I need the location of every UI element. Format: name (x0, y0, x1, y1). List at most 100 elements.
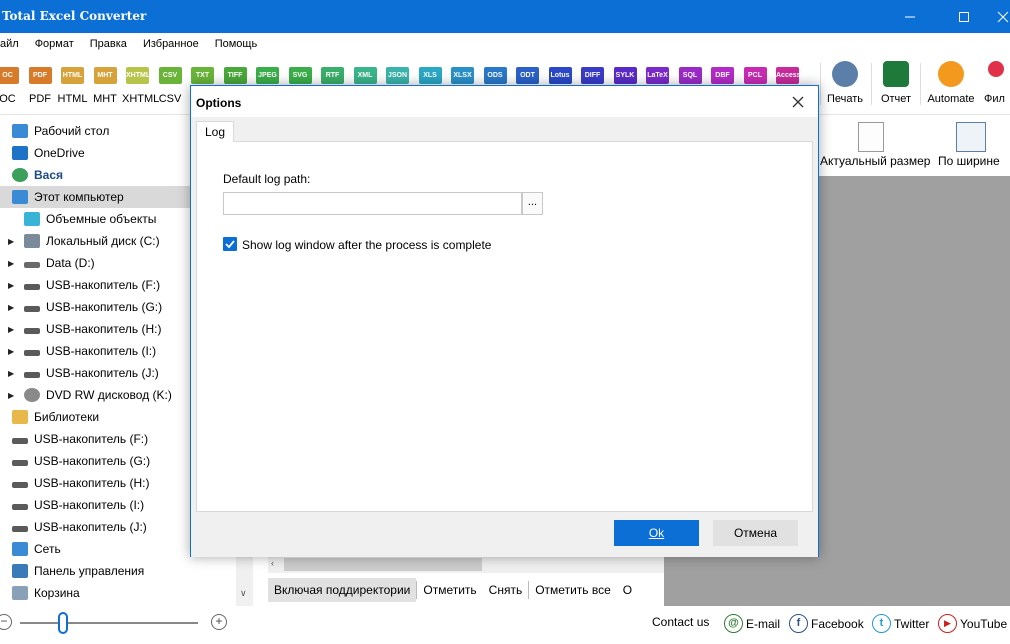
windows-drive-icon (24, 234, 40, 248)
format-label: CSV (158, 93, 182, 105)
format-icon-xls: XLS (418, 67, 442, 84)
tree-item[interactable]: Корзина (0, 582, 236, 604)
cancel-button[interactable]: Отмена (713, 520, 798, 546)
actual-size-icon[interactable] (858, 122, 884, 152)
check-all-button[interactable]: Отметить все (529, 578, 617, 602)
cloud-icon (12, 146, 28, 160)
log-path-input[interactable] (223, 192, 522, 215)
tree-item-label: Вася (34, 168, 64, 182)
facebook-link[interactable]: f Facebook (789, 614, 864, 633)
show-log-checkbox[interactable] (223, 237, 237, 251)
youtube-label: YouTube (960, 616, 1008, 631)
toolbar-separator (920, 63, 921, 105)
menu-favorites[interactable]: Избранное (135, 38, 207, 50)
menu-edit[interactable]: Правка (82, 38, 135, 50)
toolbar-separator (820, 63, 821, 105)
format-icon-access: Access (776, 67, 799, 84)
format-button-oc[interactable]: OC OC (0, 63, 23, 105)
format-icon-txt: TXT (191, 67, 214, 84)
usb-drive-icon (24, 372, 40, 378)
tab-log[interactable]: Log (196, 121, 235, 142)
dialog-title: Options (196, 96, 242, 110)
zoom-slider-track[interactable] (20, 622, 198, 624)
clock-icon (938, 61, 964, 87)
format-button-csv[interactable]: CSV CSV (155, 63, 186, 105)
usb-drive-icon (12, 482, 28, 488)
printer-icon (832, 61, 858, 87)
format-icon-lotus: Lotus (548, 67, 572, 84)
show-log-label[interactable]: Show log window after the process is com… (242, 238, 491, 252)
maximize-icon (959, 11, 969, 22)
automate-button[interactable]: Automate (924, 61, 978, 105)
minimize-button[interactable] (887, 0, 933, 33)
tree-item-label: DVD RW дисковод (K:) (46, 388, 172, 402)
youtube-link[interactable]: ▶ YouTube (938, 614, 1007, 633)
tree-item[interactable]: Панель управления (0, 560, 236, 582)
contact-us-link[interactable]: Contact us (652, 615, 709, 629)
format-button-html[interactable]: HTML HTML (57, 63, 88, 105)
menu-format[interactable]: Формат (27, 38, 82, 50)
expand-arrow-icon[interactable]: ▶ (8, 325, 24, 334)
uncheck-button[interactable]: Снять (483, 578, 529, 602)
expand-arrow-icon[interactable]: ▶ (8, 391, 24, 400)
cube-icon (24, 212, 40, 226)
heart-icon (988, 61, 1004, 77)
expand-arrow-icon[interactable]: ▶ (8, 347, 24, 356)
format-button-mht[interactable]: MHT MHT (90, 63, 121, 105)
computer-icon (12, 190, 28, 204)
include-subdirs-button[interactable]: Включая поддиректории (268, 578, 417, 602)
usb-drive-icon (12, 504, 28, 510)
ok-button[interactable]: Ok (614, 520, 699, 546)
tree-item-label: OneDrive (34, 146, 85, 160)
expand-arrow-icon[interactable]: ▶ (8, 281, 24, 290)
menu-file[interactable]: айл (0, 38, 27, 50)
tree-item-label: Корзина (34, 586, 80, 600)
format-icon-xml: XML (353, 67, 377, 84)
format-icon-xlsx: XLSX (451, 67, 474, 84)
format-icon-html: HTML (61, 67, 84, 84)
format-icon-ods: ODS (483, 67, 507, 84)
format-icon-mht: MHT (93, 67, 117, 84)
twitter-link[interactable]: t Twitter (872, 614, 929, 633)
drive-icon (24, 262, 40, 268)
expand-arrow-icon[interactable]: ▶ (8, 369, 24, 378)
tree-item-label: Объемные объекты (46, 212, 157, 226)
format-icon-odt: ODT (516, 67, 539, 84)
zoom-in-icon[interactable]: + (211, 614, 227, 630)
usb-drive-icon (24, 306, 40, 312)
tree-item-label: Этот компьютер (34, 190, 124, 204)
fit-width-button[interactable]: По ширине (938, 154, 1000, 168)
tree-item-label: Библиотеки (34, 410, 100, 424)
expand-arrow-icon[interactable]: ▶ (8, 237, 24, 246)
close-window-button[interactable] (980, 0, 1010, 33)
format-button-pdf[interactable]: PDF PDF (25, 63, 56, 105)
user-icon (12, 168, 28, 182)
fit-width-icon[interactable] (956, 122, 986, 152)
zoom-slider-thumb[interactable] (58, 612, 68, 634)
expand-arrow-icon[interactable]: ▶ (8, 303, 24, 312)
file-list-buttons: Включая поддиректории Отметить Снять Отм… (268, 576, 638, 604)
check-button[interactable]: Отметить (417, 578, 482, 602)
format-icon-latex: LaTeX (646, 67, 669, 84)
window-title: Total Excel Converter (2, 9, 147, 23)
print-button[interactable]: Печать (824, 61, 866, 105)
toolbar-separator (871, 63, 872, 105)
menu-help[interactable]: Помощь (207, 38, 266, 50)
file-list-hscroll-thumb[interactable] (284, 558, 482, 571)
more-button[interactable]: О (617, 578, 638, 602)
email-link[interactable]: @ E-mail (724, 614, 780, 633)
browse-button[interactable]: ... (522, 192, 543, 215)
report-button[interactable]: Отчет (876, 61, 916, 105)
filter-button[interactable]: Фил (984, 61, 1010, 105)
scroll-down-icon[interactable]: ∨ (240, 588, 247, 599)
tree-item-label: USB-накопитель (J:) (34, 520, 147, 534)
expand-arrow-icon[interactable]: ▶ (8, 259, 24, 268)
format-icon-sql: SQL (678, 67, 702, 84)
actual-size-button[interactable]: Актуальный размер (820, 154, 930, 168)
format-button-xhtml[interactable]: XHTML XHTML (122, 63, 159, 105)
log-path-label: Default log path: (223, 172, 311, 186)
dialog-close-button[interactable] (788, 92, 808, 112)
format-icon-diff: DIFF (581, 67, 604, 84)
filter-label: Фил (984, 93, 1005, 105)
scroll-left-icon[interactable]: ‹ (271, 558, 274, 568)
